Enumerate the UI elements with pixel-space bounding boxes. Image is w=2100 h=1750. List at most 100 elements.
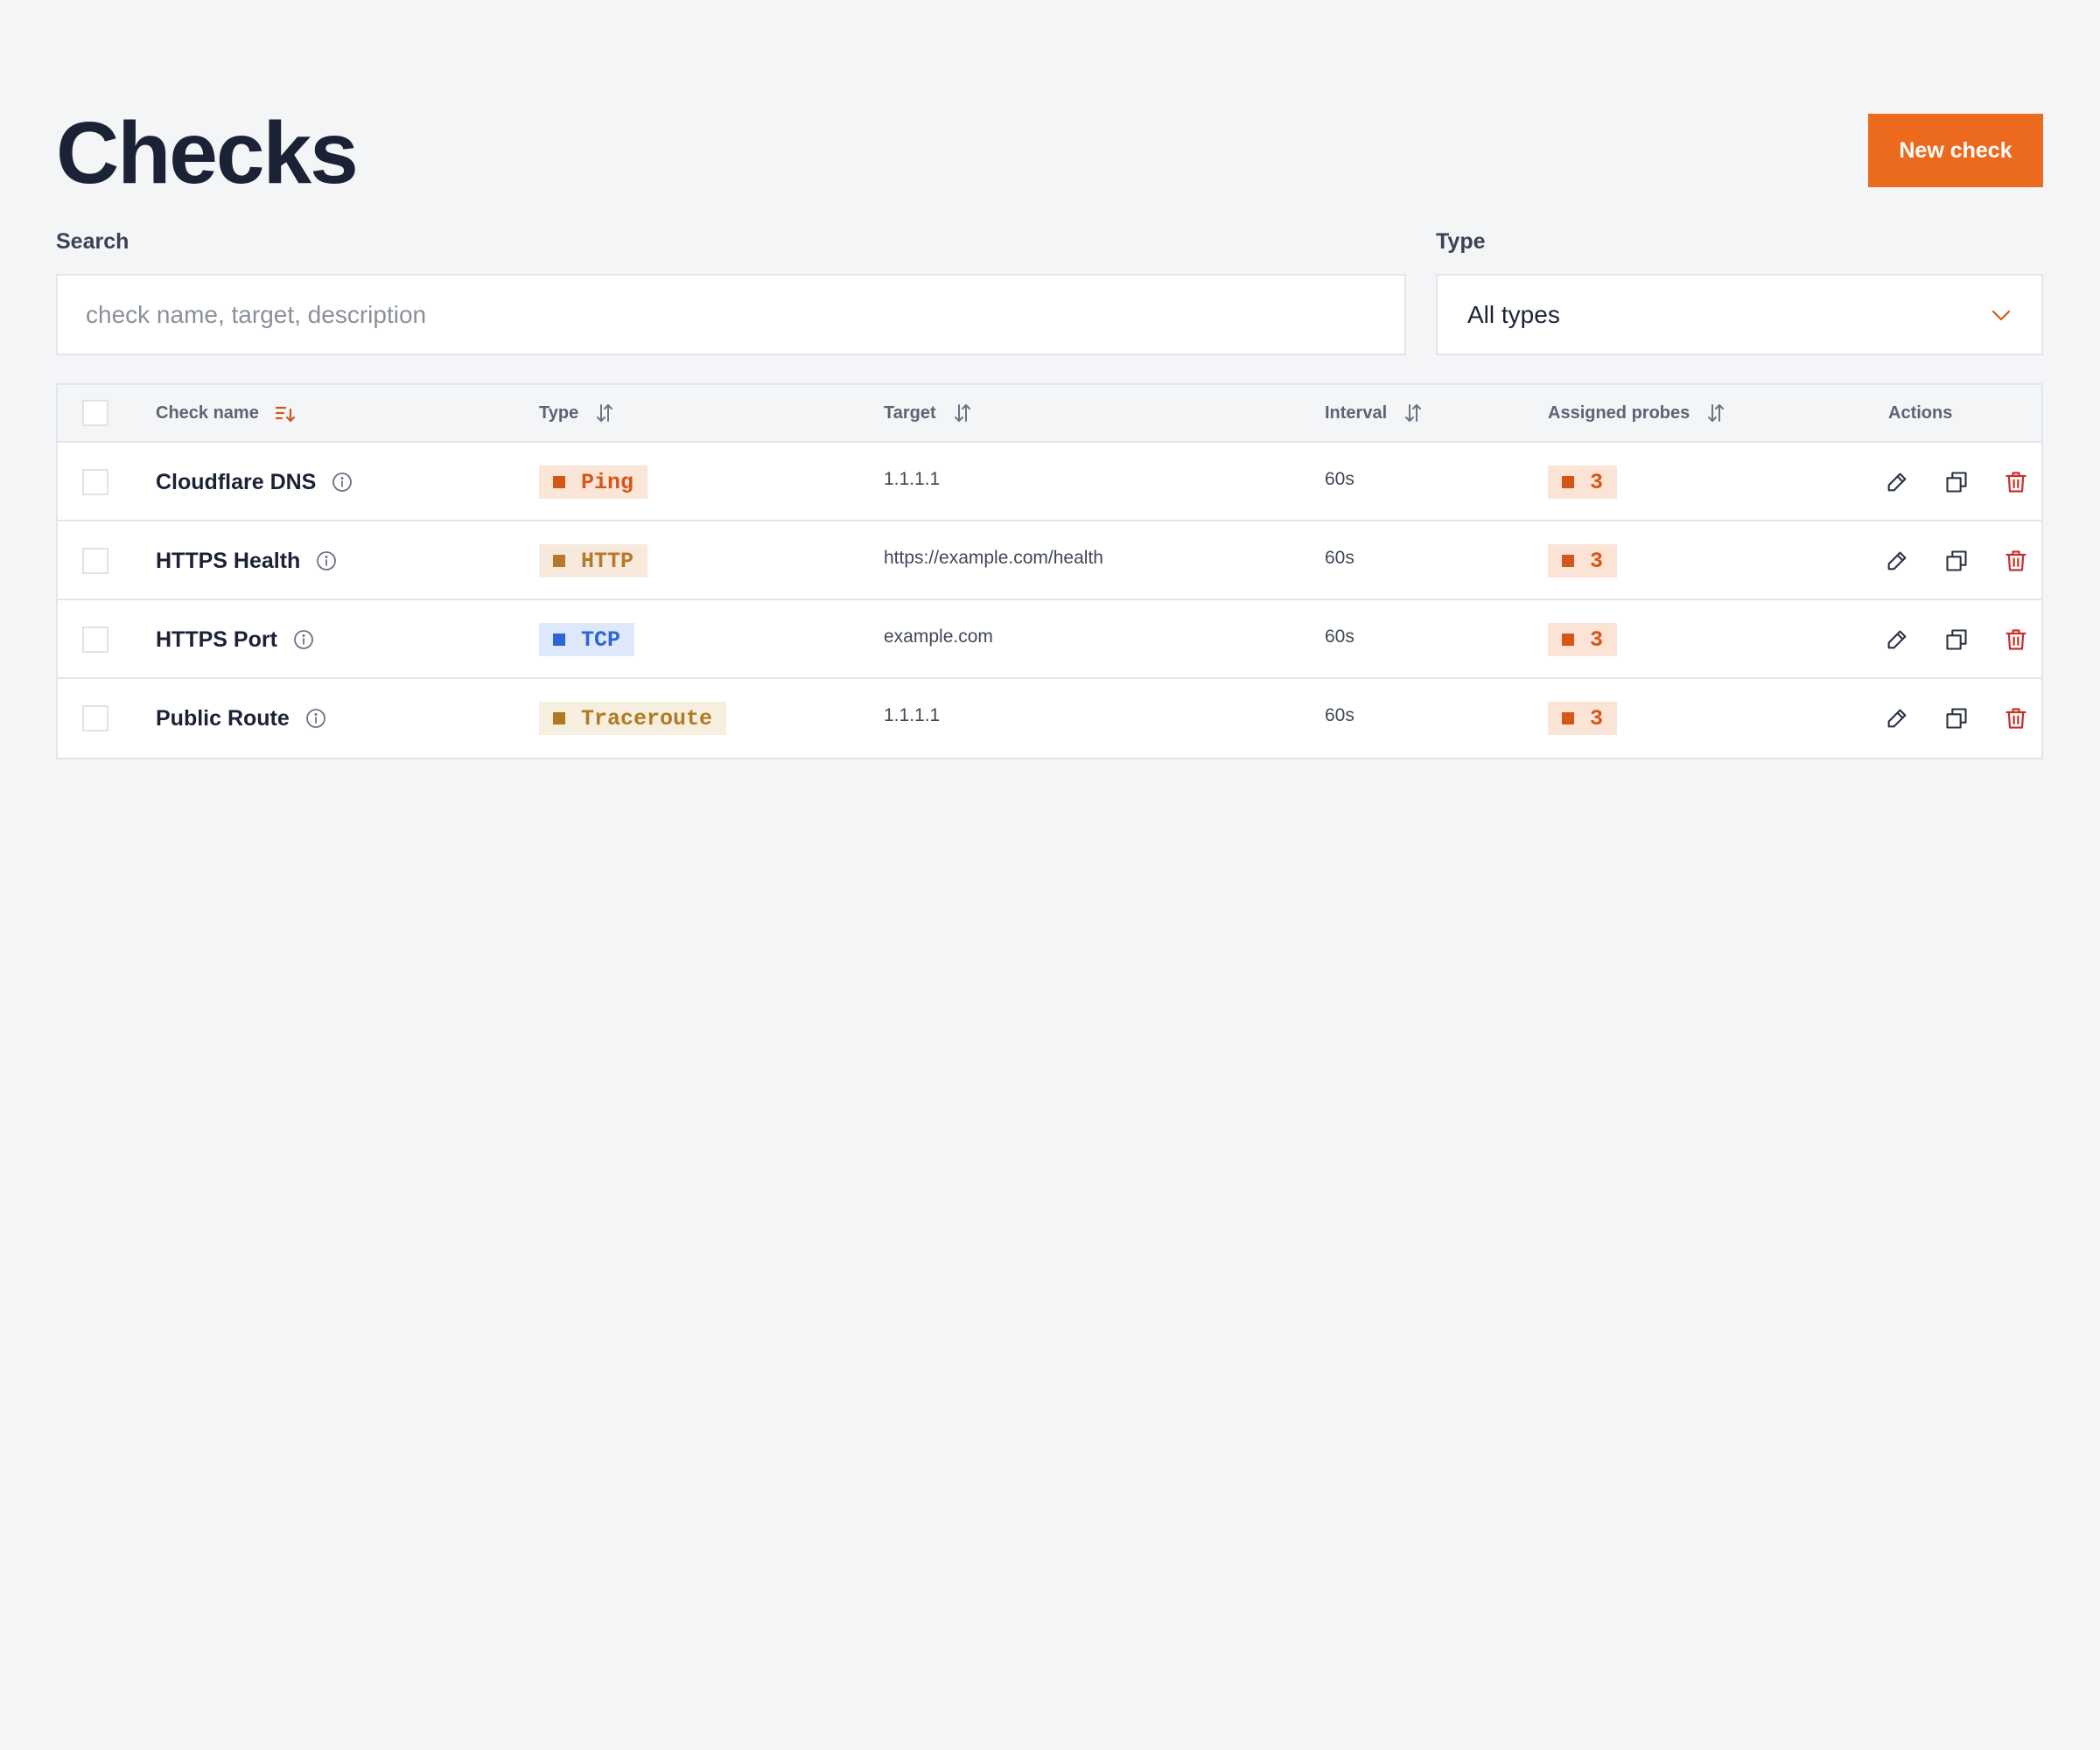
sort-updown-icon[interactable] <box>594 402 615 424</box>
check-interval-cell: 60s <box>1325 443 1354 522</box>
info-circle-icon[interactable] <box>293 629 314 650</box>
column-label-probes: Assigned probes <box>1548 402 1690 423</box>
duplicate-button[interactable] <box>1941 703 1972 734</box>
table-row: Cloudflare DNS Ping 1.1.1.1 60s 3 <box>58 443 2041 522</box>
check-name[interactable]: HTTPS Port <box>156 627 277 653</box>
column-label-name: Check name <box>156 402 259 423</box>
row-checkbox[interactable] <box>82 469 108 495</box>
info-circle-icon[interactable] <box>305 708 326 729</box>
check-name[interactable]: Cloudflare DNS <box>156 470 316 495</box>
table-row: HTTPS Health HTTP https://example.com/he… <box>58 522 2041 600</box>
check-type-badge: TCP <box>539 623 635 656</box>
column-label-interval: Interval <box>1325 402 1388 423</box>
select-all-checkbox[interactable] <box>82 400 108 426</box>
check-type-label: Ping <box>581 469 634 495</box>
edit-button[interactable] <box>1881 624 1913 655</box>
check-interval: 60s <box>1325 469 1354 489</box>
type-square-icon <box>553 712 565 724</box>
check-interval: 60s <box>1325 626 1354 647</box>
sort-updown-icon[interactable] <box>1705 402 1726 424</box>
column-label-target: Target <box>884 402 936 423</box>
assigned-probes-count: 3 <box>1590 705 1604 732</box>
actions-cell <box>1881 679 2032 758</box>
probe-square-icon <box>1562 634 1574 646</box>
probe-square-icon <box>1562 712 1574 724</box>
check-type-label: TCP <box>581 626 621 653</box>
copy-icon <box>1946 550 1967 571</box>
check-target: https://example.com/health <box>884 548 1103 568</box>
column-header-probes[interactable]: Assigned probes <box>1548 385 1726 441</box>
column-header-target[interactable]: Target <box>884 385 973 441</box>
assigned-probes-count: 3 <box>1590 548 1604 574</box>
info-circle-icon[interactable] <box>316 550 337 571</box>
edit-button[interactable] <box>1881 703 1913 734</box>
type-select[interactable]: All types <box>1436 274 2043 355</box>
check-name-cell: Cloudflare DNS <box>156 443 353 522</box>
trash-icon <box>2006 708 2026 729</box>
table-row: HTTPS Port TCP example.com 60s 3 <box>58 600 2041 679</box>
check-target-cell: example.com <box>884 600 993 679</box>
assigned-probes-cell: 3 <box>1548 600 1618 679</box>
check-name-cell: Public Route <box>156 679 326 758</box>
sort-descending-icon[interactable] <box>275 402 296 424</box>
info-circle-icon[interactable] <box>332 472 353 493</box>
delete-button[interactable] <box>2000 703 2032 734</box>
check-interval: 60s <box>1325 705 1354 725</box>
sort-updown-icon[interactable] <box>952 402 973 424</box>
column-label-type: Type <box>539 402 579 423</box>
check-type-cell: Ping <box>539 443 648 522</box>
new-check-button[interactable]: New check <box>1868 114 2043 187</box>
check-name[interactable]: Public Route <box>156 706 290 732</box>
check-type-badge: Ping <box>539 466 648 499</box>
table-row: Public Route Traceroute 1.1.1.1 60s 3 <box>58 679 2041 758</box>
check-type-badge: HTTP <box>539 544 648 578</box>
check-name-cell: HTTPS Port <box>156 600 314 679</box>
edit-button[interactable] <box>1881 466 1913 498</box>
duplicate-button[interactable] <box>1941 466 1972 498</box>
row-checkbox[interactable] <box>82 548 108 574</box>
duplicate-button[interactable] <box>1941 624 1972 655</box>
column-header-type[interactable]: Type <box>539 385 615 441</box>
delete-button[interactable] <box>2000 466 2032 498</box>
duplicate-button[interactable] <box>1941 545 1972 577</box>
check-interval-cell: 60s <box>1325 679 1354 758</box>
column-header-interval[interactable]: Interval <box>1325 385 1424 441</box>
column-label-actions: Actions <box>1888 402 1953 423</box>
filters: Search Type All types <box>56 229 2043 356</box>
check-type-cell: Traceroute <box>539 679 727 758</box>
trash-icon <box>2006 472 2026 493</box>
page-title: Checks <box>56 104 359 202</box>
search-input[interactable] <box>56 274 1406 355</box>
row-checkbox[interactable] <box>82 626 108 653</box>
check-name[interactable]: HTTPS Health <box>156 549 300 574</box>
trash-icon <box>2006 629 2026 650</box>
pencil-icon <box>1887 551 1907 570</box>
check-type-cell: TCP <box>539 600 635 679</box>
check-target-cell: 1.1.1.1 <box>884 679 940 758</box>
assigned-probes-badge: 3 <box>1548 623 1618 656</box>
assigned-probes-badge: 3 <box>1548 702 1618 735</box>
check-interval-cell: 60s <box>1325 522 1354 600</box>
check-type-badge: Traceroute <box>539 702 727 735</box>
row-select-cell <box>82 443 108 522</box>
checks-table: Check name Type Target Interval Assigned… <box>56 383 2043 760</box>
row-checkbox[interactable] <box>82 705 108 732</box>
assigned-probes-badge: 3 <box>1548 544 1618 578</box>
trash-icon <box>2006 550 2026 571</box>
assigned-probes-badge: 3 <box>1548 466 1618 499</box>
column-header-actions: Actions <box>1888 385 1952 441</box>
check-type-cell: HTTP <box>539 522 648 600</box>
type-select-value: All types <box>1467 300 1560 328</box>
search-label: Search <box>56 229 130 254</box>
type-square-icon <box>553 476 565 488</box>
edit-button[interactable] <box>1881 545 1913 577</box>
check-target: 1.1.1.1 <box>884 705 941 725</box>
pencil-icon <box>1887 709 1907 728</box>
sort-updown-icon[interactable] <box>1403 402 1424 424</box>
check-target: example.com <box>884 626 993 647</box>
delete-button[interactable] <box>2000 545 2032 577</box>
actions-cell <box>1881 443 2032 522</box>
column-header-name[interactable]: Check name <box>156 385 296 441</box>
delete-button[interactable] <box>2000 624 2032 655</box>
check-target-cell: 1.1.1.1 <box>884 443 940 522</box>
